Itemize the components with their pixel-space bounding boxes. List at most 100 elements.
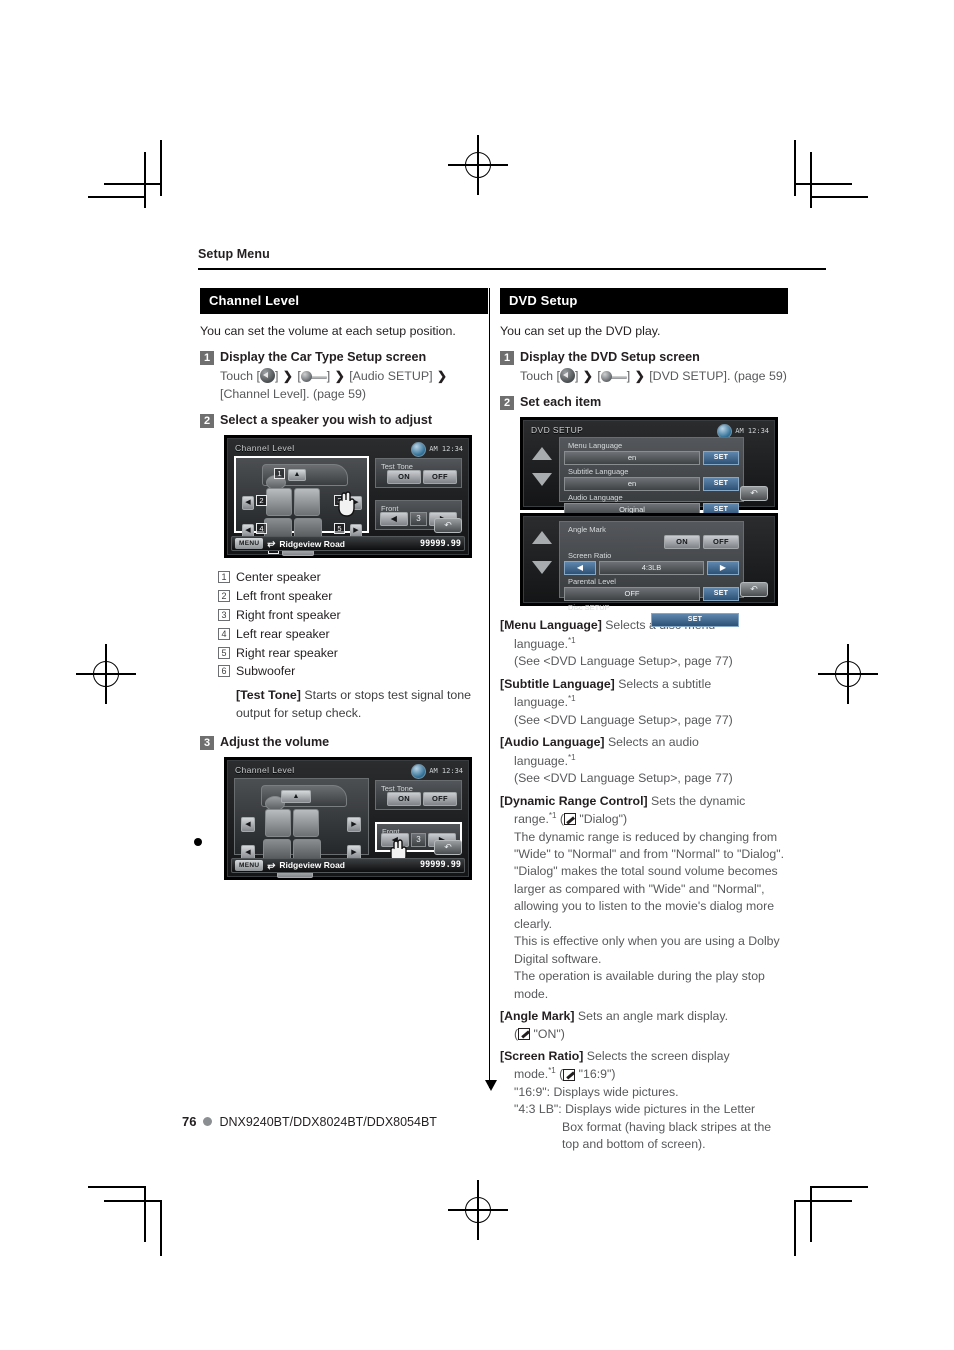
return-button[interactable]: ↶ — [740, 582, 768, 598]
row-label: Screen Ratio — [568, 551, 612, 561]
touch-mid3: ] — [326, 369, 334, 384]
definition-angle-mark: [Angle Mark] Sets an angle mark display.… — [500, 1008, 788, 1043]
crop-mark-br-v — [810, 1186, 812, 1242]
def-term: [Screen Ratio] — [500, 1048, 584, 1063]
scroll-up-button[interactable] — [532, 531, 552, 545]
status-cluster: AM 12:34 — [411, 763, 463, 779]
front-decrease-button[interactable]: ◀ — [381, 832, 409, 847]
right-front-arrow-button[interactable]: ▶ — [350, 496, 362, 511]
center-speaker-up-button[interactable]: ▲ — [281, 789, 311, 803]
globe-icon — [411, 763, 427, 779]
row-subtitle-language: Subtitle Language en SET — [564, 466, 739, 491]
def-line: mode.*1 ( "16:9") — [514, 1066, 616, 1082]
menu-button[interactable]: MENU — [235, 859, 264, 871]
back-icon — [259, 368, 275, 384]
next-value-button[interactable]: ▶ — [707, 560, 739, 575]
legend-label: Center speaker — [236, 570, 321, 585]
legend-label: Left front speaker — [236, 589, 333, 604]
set-button[interactable]: SET — [703, 476, 739, 491]
step-title: Display the DVD Setup screen — [520, 349, 700, 364]
set-button[interactable]: SET — [703, 586, 739, 601]
back-icon — [559, 368, 575, 384]
right-column: DVD Setup You can set up the DVD play. 1… — [500, 288, 788, 1159]
test-tone-panel: Test Tone ON OFF — [375, 458, 462, 489]
set-button[interactable]: SET — [703, 450, 739, 465]
car-layout-panel[interactable]: ▲ ◀ ▶ ◀ ▶ ▼▼ 1 2 3 4 5 6 — [234, 456, 369, 557]
def-line: (See <DVD Language Setup>, page 77) — [514, 654, 733, 669]
step-title: Adjust the volume — [220, 735, 330, 750]
navigation-road: ⥂ Ridgeview Road — [267, 860, 416, 871]
crop-mark-br-h — [810, 1186, 868, 1188]
crop-mark-bl-v — [144, 1186, 146, 1242]
touch-mid1: ] — [274, 369, 282, 384]
test-tone-definition: [Test Tone] Starts or stops test signal … — [236, 687, 488, 723]
def-desc: Selects an audio — [607, 735, 699, 750]
manual-page: Setup Menu Channel Level You can set the… — [0, 0, 954, 1350]
test-tone-off-button[interactable]: OFF — [423, 470, 457, 485]
left-front-arrow-button[interactable]: ◀ — [241, 816, 255, 832]
list-item: 3 Right front speaker — [218, 606, 488, 625]
touch-mid1: ] — [574, 369, 582, 384]
screenshot-dvd-setup-page2: Angle Mark ON OFF Screen Ratio ◀ 4:3LB ▶ — [520, 513, 778, 627]
test-tone-off-button[interactable]: OFF — [423, 791, 457, 806]
legend-number: 6 — [218, 665, 230, 678]
def-line: language.*1 — [514, 635, 576, 651]
row-value: en — [564, 476, 700, 491]
step-number: 1 — [200, 350, 214, 365]
touch-mid4: [Audio SETUP] — [345, 369, 436, 384]
center-speaker-up-button[interactable]: ▲ — [288, 469, 306, 482]
callout-5: 5 — [334, 523, 345, 535]
crop-mark-tr-v2 — [794, 140, 796, 196]
flow-arrow-icon — [485, 1080, 497, 1091]
dvd-step-2-heading: 2 Set each item — [500, 395, 788, 411]
test-tone-on-button[interactable]: ON — [387, 470, 421, 485]
registration-mark-left — [76, 644, 136, 704]
def-term: [Audio Language] — [500, 735, 605, 750]
row-label: Menu Language — [568, 441, 623, 451]
registration-mark-bottom — [448, 1180, 508, 1240]
scroll-up-button[interactable] — [532, 447, 552, 461]
row-disc-setup: Disc SETUP SET — [564, 602, 739, 627]
legend-label: Right front speaker — [236, 607, 341, 622]
set-button[interactable]: SET — [651, 612, 739, 627]
return-button[interactable]: ↶ — [434, 839, 462, 855]
angle-mark-off-button[interactable]: OFF — [703, 534, 739, 549]
touch-prefix: Touch [ — [220, 369, 260, 384]
clock-display: AM 12:34 — [735, 427, 769, 436]
scroll-down-button[interactable] — [532, 561, 552, 575]
car-layout-panel[interactable]: ▲ ◀ ▶ ◀ ▶ ▼▼ — [234, 777, 369, 878]
step-number: 1 — [500, 350, 514, 365]
scroll-down-button[interactable] — [532, 473, 552, 487]
list-item: 6 Subwoofer — [218, 662, 488, 681]
running-head: Setup Menu — [198, 247, 270, 261]
def-desc: Sets the dynamic — [651, 793, 746, 808]
left-column: Channel Level You can set the volume at … — [200, 288, 488, 880]
row-label: Subtitle Language — [568, 467, 629, 477]
legend-number: 4 — [218, 627, 230, 640]
turn-arrow-icon: ⥂ — [267, 538, 276, 550]
channel-level-intro: You can set the volume at each setup pos… — [200, 324, 456, 338]
front-decrease-button[interactable]: ◀ — [380, 512, 408, 527]
status-bar: MENU ⥂ Ridgeview Road 99999.99 — [231, 857, 465, 873]
return-button[interactable]: ↶ — [740, 486, 768, 502]
left-front-arrow-button[interactable]: ◀ — [242, 496, 254, 511]
page-footer: 76 DNX9240BT/DDX8024BT/DDX8054BT — [182, 1114, 437, 1129]
callout-4: 4 — [256, 523, 267, 535]
angle-mark-on-button[interactable]: ON — [664, 534, 700, 549]
globe-icon — [411, 442, 427, 458]
touch-mid3: ] — [626, 369, 634, 384]
test-tone-on-button[interactable]: ON — [387, 791, 421, 806]
return-button[interactable]: ↶ — [434, 518, 462, 534]
previous-value-button[interactable]: ◀ — [564, 560, 596, 575]
def-line: (See <DVD Language Setup>, page 77) — [514, 712, 733, 727]
seat-front-right — [294, 488, 320, 517]
menu-button[interactable]: MENU — [235, 538, 264, 550]
right-front-arrow-button[interactable]: ▶ — [347, 816, 361, 832]
registration-mark-right — [818, 644, 878, 704]
pencil-icon — [518, 1027, 531, 1040]
seat-front-left — [266, 488, 292, 517]
def-paragraph: This is effective only when you are usin… — [514, 934, 780, 966]
def-desc: Selects the screen display — [586, 1048, 730, 1063]
column-divider — [489, 288, 491, 1088]
touch-tail: [DVD SETUP]. (page 59) — [645, 369, 787, 384]
